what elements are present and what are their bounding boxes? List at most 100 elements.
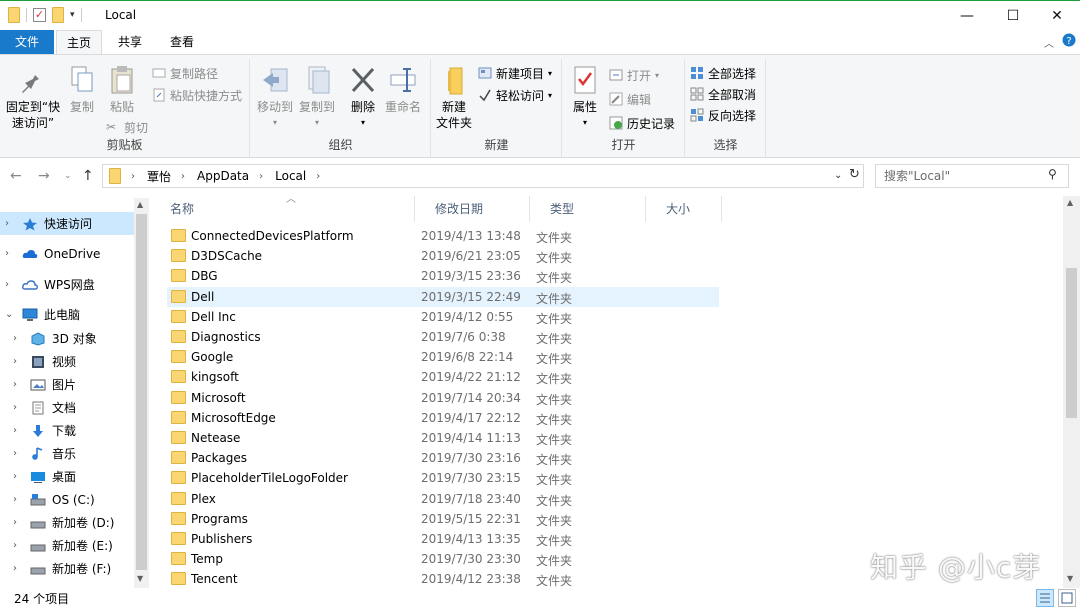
nav-wps-cloud[interactable]: › WPS网盘 [0,273,134,296]
nav-drive-e[interactable]: › 新加卷 (E:) [0,534,134,557]
table-row[interactable]: Temp 2019/7/30 23:30 文件夹 [167,549,719,569]
rename-icon [389,65,417,95]
column-header-date[interactable]: 修改日期 [415,196,530,222]
list-scroll-down-arrow-icon[interactable]: ▼ [1067,574,1073,583]
table-row[interactable]: Publishers 2019/4/13 13:35 文件夹 [167,529,719,549]
delete-button[interactable]: 删除 ▾ [345,61,381,131]
tab-view[interactable]: 查看 [160,30,204,54]
nav-drive-f[interactable]: › 新加卷 (F:) [0,557,134,580]
scroll-down-arrow-icon[interactable]: ▼ [137,574,143,583]
details-view-icon[interactable] [1036,589,1054,607]
copy-to-button[interactable]: 复制到 ▾ [297,61,337,131]
table-row[interactable]: kingsoft 2019/4/22 21:12 文件夹 [167,367,719,387]
breadcrumb-local[interactable]: Local [275,169,306,183]
file-name: D3DSCache [191,249,263,264]
large-icons-view-icon[interactable] [1058,589,1076,607]
table-row[interactable]: Microsoft 2019/7/14 20:34 文件夹 [167,388,719,408]
address-folder-icon [109,168,121,184]
nav-this-pc[interactable]: ⌄ 此电脑 [0,303,134,326]
breadcrumb-user[interactable]: 覃怡 [147,168,171,185]
minimize-button[interactable]: — [944,1,990,31]
paste-shortcut-button[interactable]: 粘贴快捷方式 [152,85,242,105]
open-button[interactable]: 打开 ▾ [609,65,659,85]
select-all-button[interactable]: 全部选择 [690,63,756,83]
tab-share[interactable]: 共享 [108,30,152,54]
table-row[interactable]: Tencent 2019/4/12 23:38 文件夹 [167,569,719,589]
nav-music[interactable]: › 音乐 [0,442,134,465]
table-row[interactable]: Dell 2019/3/15 22:49 文件夹 [167,286,719,307]
paste-button[interactable]: 粘贴 [104,61,140,115]
invert-selection-button[interactable]: 反向选择 [690,105,756,125]
file-name: Programs [191,511,248,526]
address-box[interactable]: › 覃怡 › AppData › Local › [102,164,864,188]
edit-button[interactable]: 编辑 [609,89,651,109]
move-to-button[interactable]: 移动到 ▾ [255,61,295,131]
column-header-name[interactable]: 名称 [150,196,415,222]
refresh-icon[interactable]: ↻ [849,167,860,182]
invert-selection-icon [690,108,704,122]
forward-arrow-icon[interactable]: → [38,168,50,184]
nav-pictures[interactable]: › 图片 [0,373,134,396]
new-item-button[interactable]: 新建项目 ▾ [478,63,552,83]
rename-button[interactable]: 重命名 [383,61,423,115]
file-list-scrollbar[interactable]: ▲ ▼ [1063,196,1080,588]
back-arrow-icon[interactable]: ← [10,168,22,184]
customize-toolbar-chevron-icon[interactable]: ▾ [70,10,75,20]
nav-pane-scrollbar[interactable]: ▲ ▼ [134,198,149,588]
new-folder-button[interactable]: 新建 文件夹 [434,61,474,131]
copy-button[interactable]: 复制 [64,61,100,115]
status-bar: 24 个项目 [0,588,1080,609]
search-input[interactable]: 搜索"Local" [875,164,1069,188]
easy-access-button[interactable]: 轻松访问 ▾ [478,85,552,105]
nav-videos[interactable]: › 视频 [0,350,134,373]
select-none-button[interactable]: 全部取消 [690,84,756,104]
maximize-button[interactable]: ☐ [990,1,1036,31]
tab-home[interactable]: 主页 [56,30,102,55]
table-row[interactable]: DBG 2019/3/15 23:36 文件夹 [167,266,719,286]
copy-icon [68,65,96,95]
close-button[interactable]: ✕ [1034,1,1080,31]
nav-quick-access[interactable]: › 快速访问 [0,212,134,235]
pin-quick-access-button[interactable]: 固定到“快 速访问” [4,61,62,131]
clipboard-group: 固定到“快 速访问” 复制 粘贴 复制路径 粘贴快捷方式 ✂ 剪切 剪贴板 [0,59,250,157]
column-header-type[interactable]: 类型 [530,196,646,222]
nav-scroll-thumb[interactable] [136,214,147,570]
table-row[interactable]: ConnectedDevicesPlatform 2019/4/13 13:48 文… [167,226,719,246]
table-row[interactable]: Diagnostics 2019/7/6 0:38 文件夹 [167,327,719,347]
table-row[interactable]: D3DSCache 2019/6/21 23:05 文件夹 [167,246,719,266]
new-folder-icon[interactable] [52,7,64,23]
properties-check-icon[interactable]: ✓ [33,8,46,22]
table-row[interactable]: Plex 2019/7/18 23:40 文件夹 [167,489,719,509]
recent-locations-chevron-icon[interactable]: ⌄ [64,171,72,181]
address-history-chevron-icon[interactable]: ⌄ [834,170,842,181]
nav-3d-objects[interactable]: › 3D 对象 [0,327,134,350]
nav-downloads[interactable]: › 下载 [0,419,134,442]
nav-drive-c[interactable]: › OS (C:) [0,488,134,511]
column-header-size[interactable]: 大小 [646,196,722,222]
list-scroll-thumb[interactable] [1066,268,1077,418]
history-button[interactable]: 历史记录 [609,113,675,133]
scroll-up-arrow-icon[interactable]: ▲ [137,200,143,209]
list-scroll-up-arrow-icon[interactable]: ▲ [1067,198,1073,207]
folder-icon [171,249,186,263]
table-row[interactable]: Google 2019/6/8 22:14 文件夹 [167,347,719,367]
select-none-icon [690,87,704,101]
copy-path-button[interactable]: 复制路径 [152,63,218,83]
up-arrow-icon[interactable]: ↑ [82,168,94,184]
table-row[interactable]: Netease 2019/4/14 11:13 文件夹 [167,428,719,448]
table-row[interactable]: Programs 2019/5/15 22:31 文件夹 [167,509,719,529]
table-row[interactable]: MicrosoftEdge 2019/4/17 22:12 文件夹 [167,408,719,428]
table-row[interactable]: Packages 2019/7/30 23:16 文件夹 [167,448,719,468]
nav-documents[interactable]: › 文档 [0,396,134,419]
properties-button[interactable]: 属性 ▾ [565,61,605,131]
collapse-ribbon-chevron-icon[interactable]: ︿ [1044,35,1054,50]
tab-file[interactable]: 文件 [0,30,54,54]
help-icon[interactable]: ? [1062,33,1076,50]
nav-desktop[interactable]: › 桌面 [0,465,134,488]
table-row[interactable]: Dell Inc 2019/4/12 0:55 文件夹 [167,307,719,327]
cut-button[interactable]: ✂ 剪切 [106,117,148,137]
nav-onedrive[interactable]: › OneDrive [0,242,134,265]
table-row[interactable]: PlaceholderTileLogoFolder 2019/7/30 23:15… [167,468,719,488]
nav-drive-d[interactable]: › 新加卷 (D:) [0,511,134,534]
breadcrumb-appdata[interactable]: AppData [197,169,249,183]
